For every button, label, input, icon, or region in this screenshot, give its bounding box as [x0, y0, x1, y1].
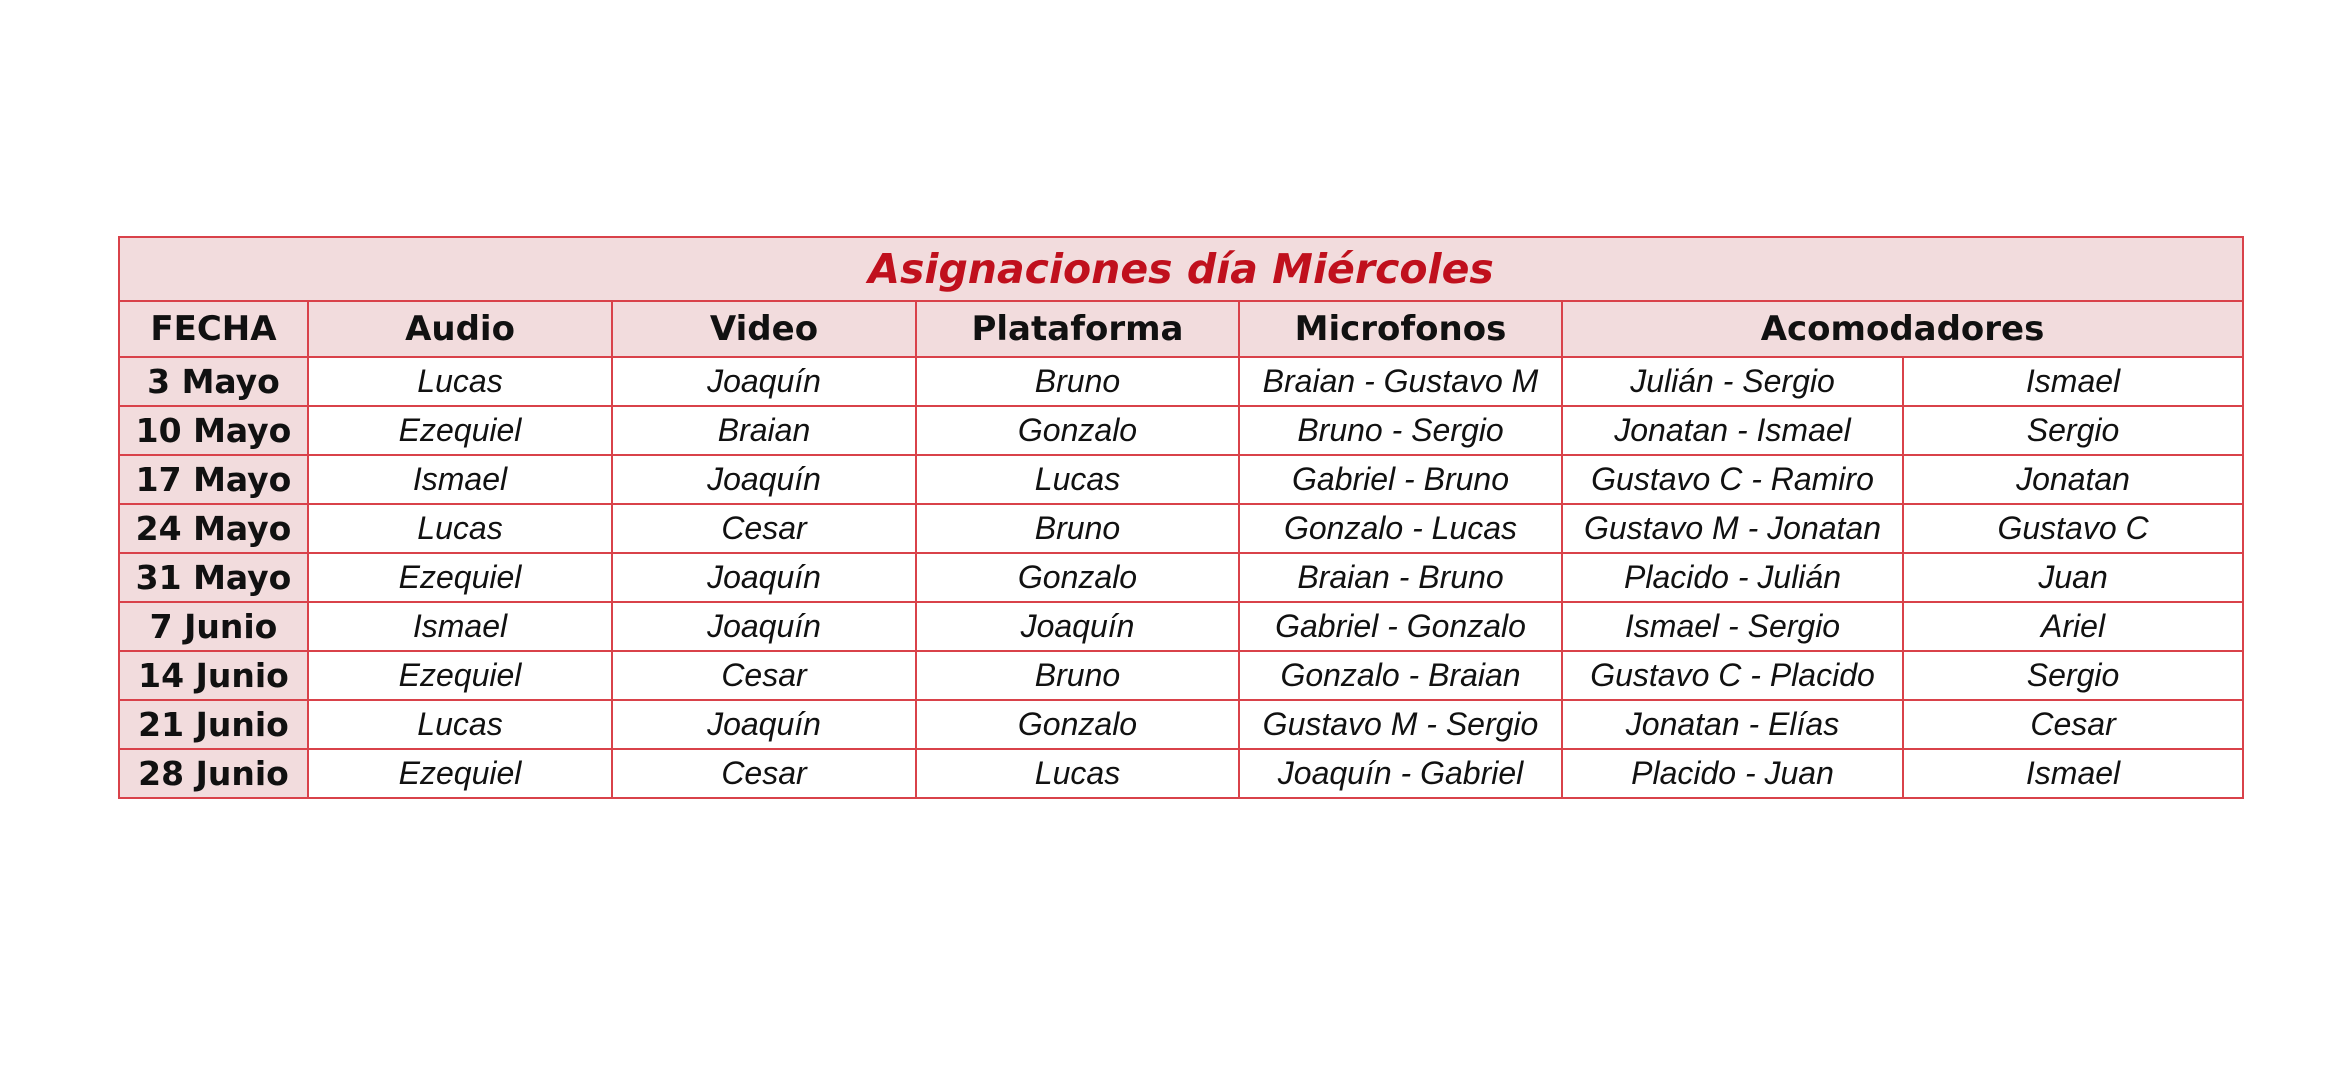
cell-video: Cesar	[611, 650, 917, 701]
cell-video: Cesar	[611, 748, 917, 799]
table-row: 10 Mayo Ezequiel Braian Gonzalo Bruno - Serg…	[118, 405, 2245, 456]
cell-fecha: 24 Mayo	[118, 503, 309, 554]
cell-plataforma: Gonzalo	[915, 699, 1240, 750]
cell-fecha: 7 Junio	[118, 601, 309, 652]
cell-microfonos: Gustavo M - Sergio	[1238, 699, 1563, 750]
cell-video: Joaquín	[611, 356, 917, 407]
header-plataforma: Plataforma	[915, 300, 1240, 358]
cell-fecha: 31 Mayo	[118, 552, 309, 603]
cell-acomodador-pair: Placido - Julián	[1561, 552, 1904, 603]
cell-audio: Ezequiel	[307, 552, 613, 603]
cell-video: Braian	[611, 405, 917, 456]
cell-video: Joaquín	[611, 552, 917, 603]
cell-audio: Ismael	[307, 601, 613, 652]
header-fecha: FECHA	[118, 300, 309, 358]
cell-plataforma: Bruno	[915, 356, 1240, 407]
cell-acomodador-single: Sergio	[1901, 405, 2245, 456]
cell-acomodador-single: Jonatan	[1901, 454, 2245, 505]
cell-audio: Lucas	[307, 356, 613, 407]
cell-plataforma: Bruno	[915, 650, 1240, 701]
cell-audio: Ismael	[307, 454, 613, 505]
table-row: 17 Mayo Ismael Joaquín Lucas Gabriel - Bruno…	[118, 454, 2245, 505]
cell-audio: Ezequiel	[307, 748, 613, 799]
assignments-table: Asignaciones día Miércoles FECHA Audio V…	[117, 236, 2245, 799]
header-row: FECHA Audio Video Plataforma Microfonos …	[118, 300, 2245, 358]
cell-audio: Lucas	[307, 699, 613, 750]
cell-plataforma: Joaquín	[915, 601, 1240, 652]
table-row: 21 Junio Lucas Joaquín Gonzalo Gustavo M - S…	[118, 699, 2245, 750]
cell-acomodador-single: Gustavo C	[1901, 503, 2245, 554]
cell-plataforma: Gonzalo	[915, 405, 1240, 456]
cell-fecha: 14 Junio	[118, 650, 309, 701]
cell-microfonos: Braian - Bruno	[1238, 552, 1563, 603]
cell-fecha: 3 Mayo	[118, 356, 309, 407]
cell-video: Joaquín	[611, 454, 917, 505]
cell-acomodador-single: Ariel	[1901, 601, 2245, 652]
cell-plataforma: Lucas	[915, 454, 1240, 505]
cell-video: Cesar	[611, 503, 917, 554]
table-row: 3 Mayo Lucas Joaquín Bruno Braian - Gustavo …	[118, 356, 2245, 407]
cell-acomodador-pair: Jonatan - Ismael	[1561, 405, 1904, 456]
table-row: 14 Junio Ezequiel Cesar Bruno Gonzalo - Brai…	[118, 650, 2245, 701]
cell-acomodador-pair: Gustavo C - Ramiro	[1561, 454, 1904, 505]
cell-acomodador-pair: Gustavo C - Placido	[1561, 650, 1904, 701]
cell-microfonos: Braian - Gustavo M	[1238, 356, 1563, 407]
cell-acomodador-single: Ismael	[1901, 748, 2245, 799]
cell-fecha: 28 Junio	[118, 748, 309, 799]
cell-acomodador-single: Ismael	[1901, 356, 2245, 407]
cell-microfonos: Bruno - Sergio	[1238, 405, 1563, 456]
cell-acomodador-pair: Julián - Sergio	[1561, 356, 1904, 407]
cell-plataforma: Gonzalo	[915, 552, 1240, 603]
cell-acomodador-pair: Ismael - Sergio	[1561, 601, 1904, 652]
cell-audio: Ezequiel	[307, 405, 613, 456]
cell-microfonos: Gabriel - Bruno	[1238, 454, 1563, 505]
cell-fecha: 10 Mayo	[118, 405, 309, 456]
cell-plataforma: Lucas	[915, 748, 1240, 799]
cell-acomodador-single: Cesar	[1901, 699, 2245, 750]
table-row: 7 Junio Ismael Joaquín Joaquín Gabriel - Gon…	[118, 601, 2245, 652]
table-body: 3 Mayo Lucas Joaquín Bruno Braian - Gustavo …	[118, 356, 2245, 799]
table-row: 24 Mayo Lucas Cesar Bruno Gonzalo - Lucas Gus…	[118, 503, 2245, 554]
title-row: Asignaciones día Miércoles	[117, 236, 2245, 302]
cell-microfonos: Gonzalo - Lucas	[1238, 503, 1563, 554]
cell-microfonos: Gonzalo - Braian	[1238, 650, 1563, 701]
header-video: Video	[611, 300, 917, 358]
cell-video: Joaquín	[611, 601, 917, 652]
cell-acomodador-single: Sergio	[1901, 650, 2245, 701]
cell-fecha: 21 Junio	[118, 699, 309, 750]
cell-audio: Lucas	[307, 503, 613, 554]
table-title: Asignaciones día Miércoles	[117, 236, 2245, 302]
cell-acomodador-pair: Jonatan - Elías	[1561, 699, 1904, 750]
table-row: 31 Mayo Ezequiel Joaquín Gonzalo Braian - Br…	[118, 552, 2245, 603]
cell-plataforma: Bruno	[915, 503, 1240, 554]
cell-acomodador-pair: Gustavo M - Jonatan	[1561, 503, 1904, 554]
table-row: 28 Junio Ezequiel Cesar Lucas Joaquín - Gabr…	[118, 748, 2245, 799]
cell-fecha: 17 Mayo	[118, 454, 309, 505]
cell-microfonos: Gabriel - Gonzalo	[1238, 601, 1563, 652]
cell-acomodador-pair: Placido - Juan	[1561, 748, 1904, 799]
header-acomodadores: Acomodadores	[1560, 300, 2245, 358]
cell-audio: Ezequiel	[307, 650, 613, 701]
cell-acomodador-single: Juan	[1901, 552, 2245, 603]
cell-microfonos: Joaquín - Gabriel	[1238, 748, 1563, 799]
cell-video: Joaquín	[611, 699, 917, 750]
header-audio: Audio	[307, 300, 613, 358]
header-microfonos: Microfonos	[1238, 300, 1563, 358]
